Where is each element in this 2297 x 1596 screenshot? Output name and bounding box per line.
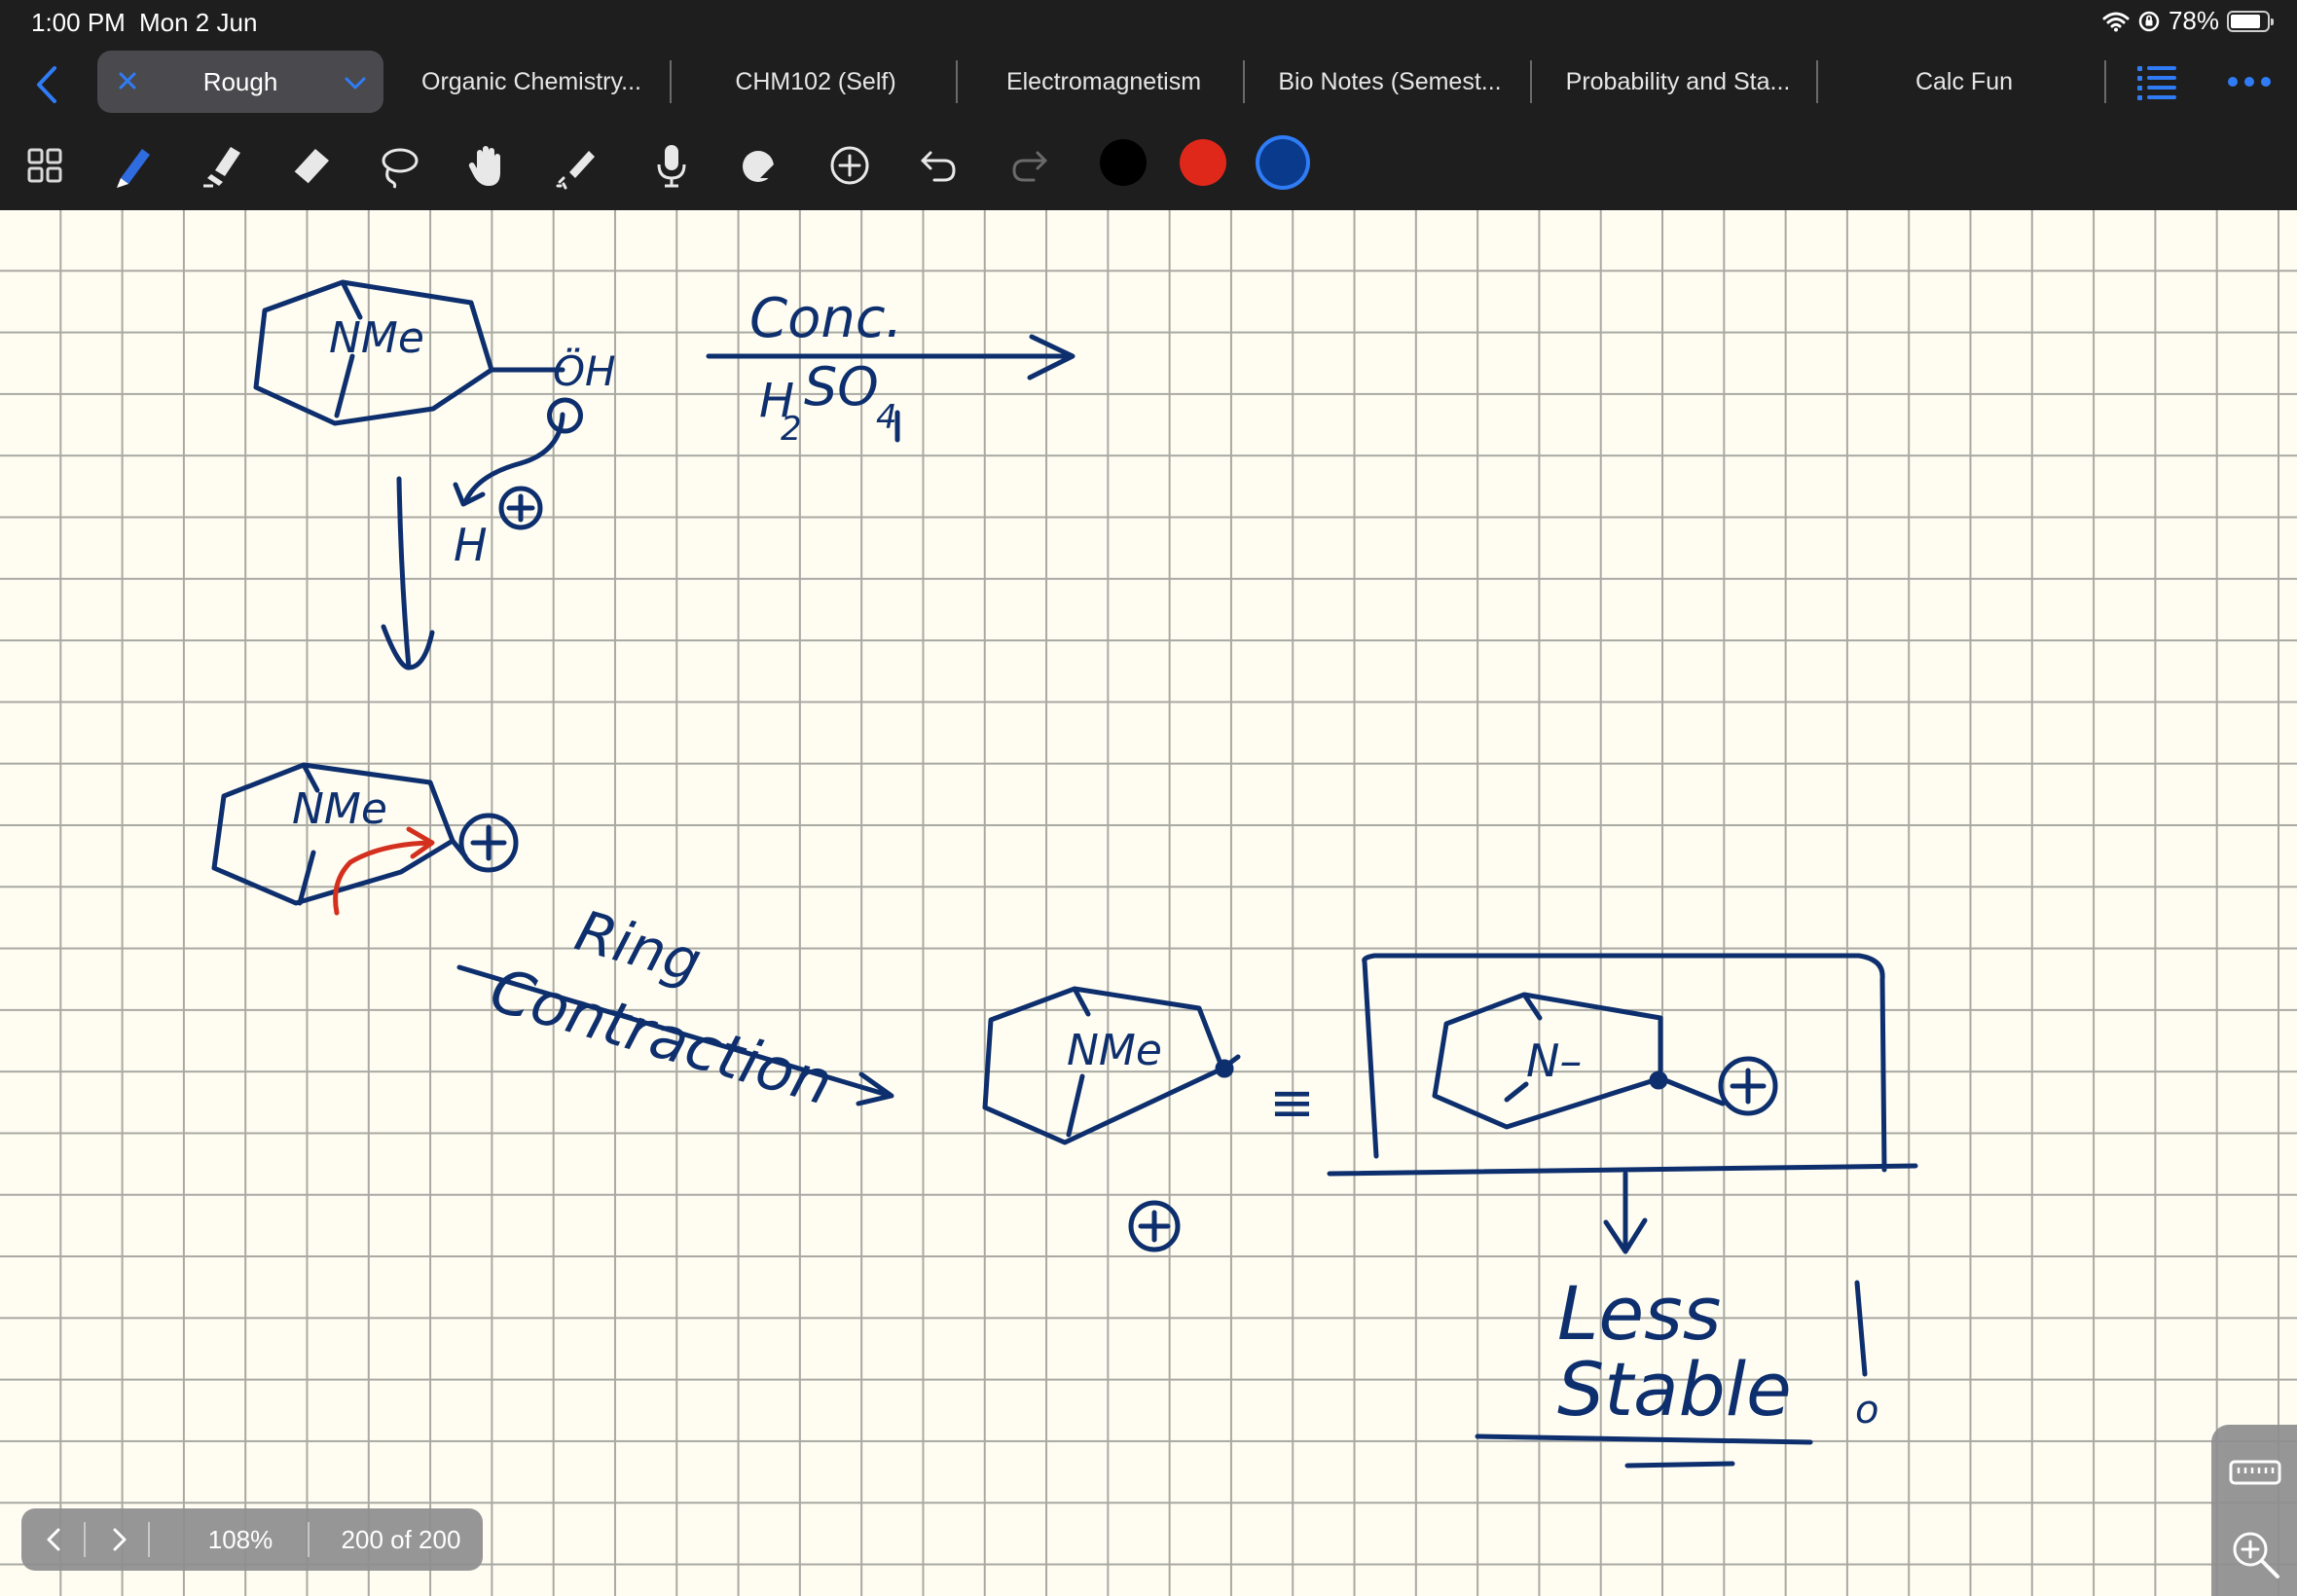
zoom-level[interactable]: 108% xyxy=(177,1525,304,1555)
lasso-icon[interactable] xyxy=(370,136,428,195)
eraser-icon[interactable] xyxy=(281,136,340,195)
page-counter[interactable]: 200 of 200 xyxy=(313,1525,489,1555)
color-swatch-red[interactable] xyxy=(1180,139,1226,186)
label-conc: Conc. xyxy=(749,287,902,350)
tab-label: Rough xyxy=(202,67,278,96)
exclamation-bar xyxy=(1854,1280,1868,1377)
tab-separator xyxy=(1243,60,1245,103)
plus-sign xyxy=(470,824,507,861)
shapes-icon[interactable] xyxy=(730,136,788,195)
nav-separator xyxy=(84,1522,86,1557)
tab-calc-fun[interactable]: Calc Fun xyxy=(1822,68,2106,97)
label-nme-2: NMe xyxy=(292,784,387,834)
label-n-minus: N– xyxy=(1526,1034,1582,1087)
ink-layer: NMe ÖH Conc. H 2 SO 4 H NMe Ring Contrac… xyxy=(211,279,1918,1469)
tab-probability[interactable]: Probability and Sta... xyxy=(1536,68,1820,97)
tab-rough[interactable]: Rough xyxy=(97,51,383,113)
bond-line xyxy=(1658,1075,1726,1106)
highlighter-icon[interactable] xyxy=(193,136,251,195)
label-nme-3: NMe xyxy=(1067,1026,1162,1075)
label-oh: ÖH xyxy=(553,346,616,395)
label-so4-subscript: 4 xyxy=(876,398,897,437)
pen-icon[interactable] xyxy=(104,136,163,195)
zoom-icon[interactable] xyxy=(2227,1526,2283,1582)
label-less: Less xyxy=(1557,1270,1721,1357)
underline xyxy=(1475,1433,1813,1469)
label-equivalent: ≡ xyxy=(1269,1071,1315,1135)
status-bar: 1:00 PM Mon 2 Jun 78% xyxy=(0,0,2297,47)
status-indicators: 78% xyxy=(2102,6,2274,36)
label-stable: Stable xyxy=(1557,1346,1792,1433)
tab-bar: Rough Organic Chemistry... CHM102 (Self)… xyxy=(0,47,2297,125)
label-nme-1: NMe xyxy=(329,313,424,363)
status-time: 1:00 PM xyxy=(31,8,126,37)
tab-separator xyxy=(1816,60,1818,103)
chevron-down-icon[interactable] xyxy=(341,68,370,97)
color-swatch-black[interactable] xyxy=(1100,139,1147,186)
more-icon[interactable] xyxy=(2225,62,2274,101)
hand-icon[interactable] xyxy=(458,136,517,195)
microphone-icon[interactable] xyxy=(642,136,701,195)
battery-percent: 78% xyxy=(2168,6,2219,35)
next-page-icon[interactable] xyxy=(101,1522,136,1557)
color-swatch-blue[interactable] xyxy=(1259,139,1306,186)
close-tab-icon[interactable] xyxy=(111,64,144,97)
orientation-lock-icon xyxy=(2138,11,2160,31)
back-chevron-icon[interactable] xyxy=(23,60,72,109)
tab-separator xyxy=(670,60,672,103)
redo-icon[interactable] xyxy=(1000,136,1058,195)
note-canvas[interactable]: NMe ÖH Conc. H 2 SO 4 H NMe Ring Contrac… xyxy=(0,210,2297,1596)
plus-sign xyxy=(506,493,535,523)
plus-sign xyxy=(1730,1068,1767,1105)
keyboard-icon[interactable] xyxy=(2227,1444,2283,1501)
label-h-plus: H xyxy=(454,519,488,571)
label-h2-subscript: 2 xyxy=(781,410,802,449)
radical-dot xyxy=(1649,1070,1668,1090)
radical-dot xyxy=(1215,1059,1234,1078)
side-panel xyxy=(2211,1425,2297,1596)
battery-icon xyxy=(2227,10,2274,32)
thumbnails-icon[interactable] xyxy=(16,136,74,195)
status-date: Mon 2 Jun xyxy=(139,8,258,37)
tab-organic-chemistry[interactable]: Organic Chemistry... xyxy=(389,68,674,97)
undo-icon[interactable] xyxy=(910,136,968,195)
previous-page-icon[interactable] xyxy=(37,1522,72,1557)
down-arrow xyxy=(396,476,412,671)
tab-bio-notes[interactable]: Bio Notes (Semest... xyxy=(1248,68,1532,97)
lone-pair-circle xyxy=(547,397,583,434)
nav-separator xyxy=(308,1522,310,1557)
boxed-region xyxy=(1327,953,1918,1177)
tab-separator xyxy=(2104,60,2106,103)
label-so4: SO xyxy=(804,356,879,417)
wifi-icon xyxy=(2102,12,2130,31)
nav-separator xyxy=(148,1522,150,1557)
page-navigator: 108% 200 of 200 xyxy=(21,1508,483,1571)
tab-chm102[interactable]: CHM102 (Self) xyxy=(674,68,958,97)
tab-separator xyxy=(1530,60,1532,103)
laser-pointer-icon[interactable] xyxy=(547,136,605,195)
plus-sign xyxy=(1138,1210,1171,1243)
add-icon[interactable] xyxy=(820,136,879,195)
label-exclamation-dot: o xyxy=(1855,1388,1878,1433)
drawing-toolbar xyxy=(0,125,2297,210)
list-icon[interactable] xyxy=(2135,62,2178,101)
red-curved-arrow xyxy=(333,826,435,916)
tab-separator xyxy=(956,60,958,103)
tab-electromagnetism[interactable]: Electromagnetism xyxy=(962,68,1246,97)
down-arrow xyxy=(1603,1171,1648,1254)
